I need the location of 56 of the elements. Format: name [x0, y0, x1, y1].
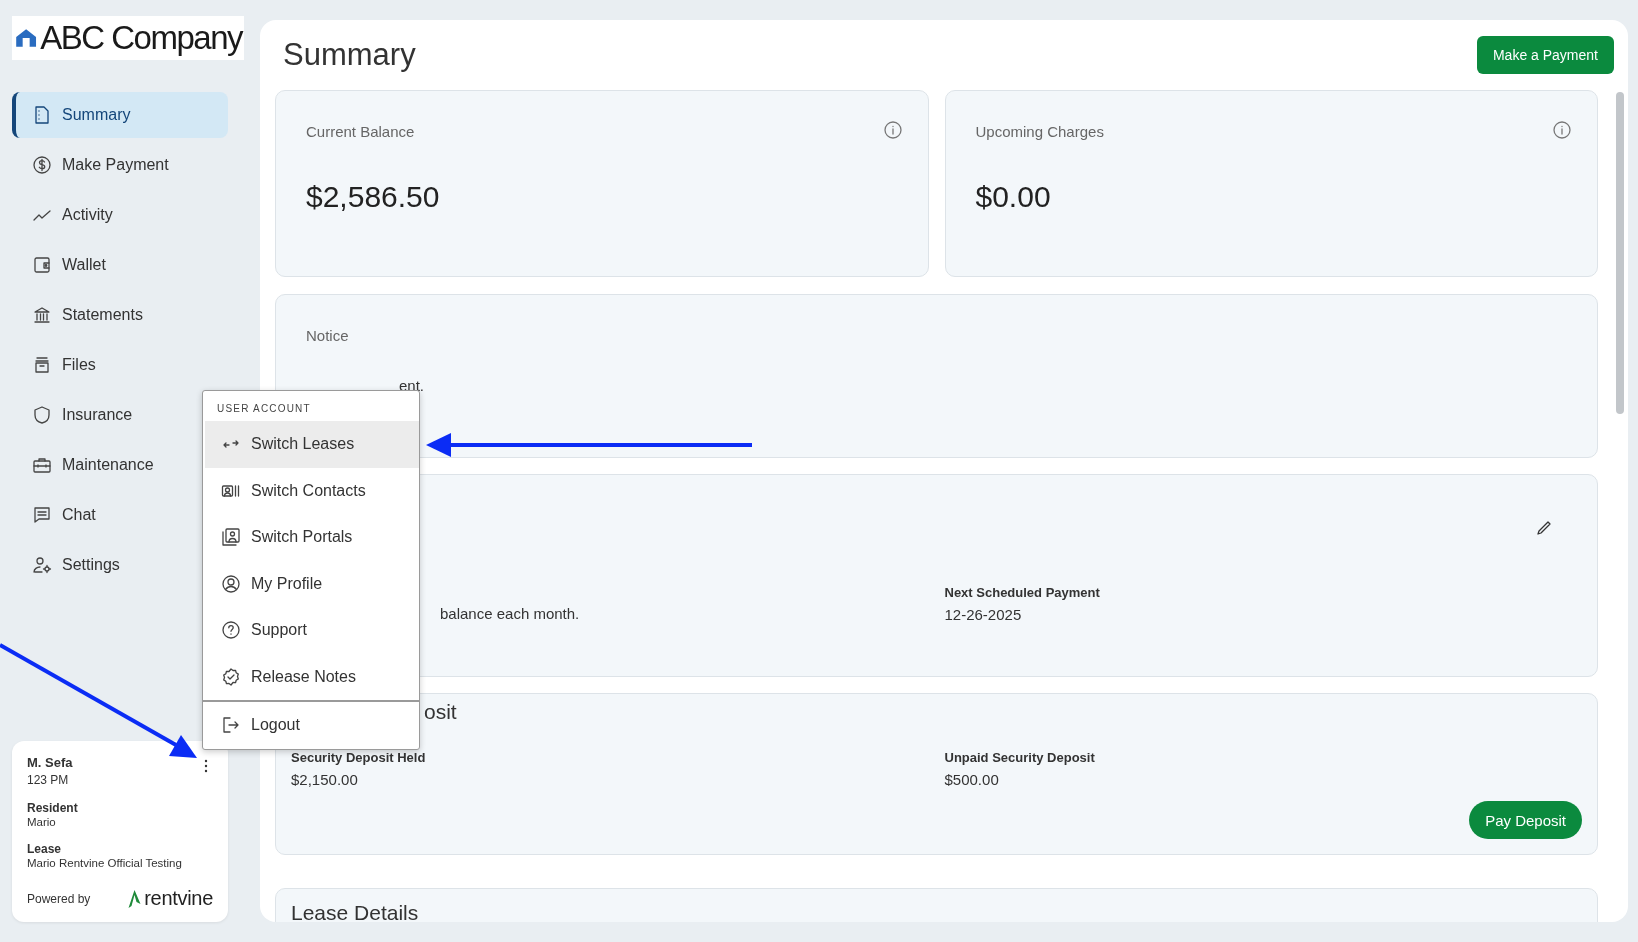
make-payment-button[interactable]: Make a Payment: [1476, 36, 1614, 74]
menu-item[interactable]: Support: [205, 607, 419, 654]
shield-icon: [32, 405, 52, 425]
pencil-icon[interactable]: [1535, 519, 1553, 537]
field-label: Lease: [27, 842, 63, 856]
page-title: Summary: [283, 37, 416, 73]
menu-item[interactable]: Logout: [205, 702, 419, 749]
nav-item[interactable]: Statements: [12, 292, 228, 338]
info-icon: [883, 121, 902, 139]
nav-item[interactable]: Activity: [12, 192, 228, 238]
field-label: Next Scheduled Payment: [944, 585, 1101, 600]
scrollbar[interactable]: [1616, 92, 1624, 414]
logout-icon: [221, 715, 241, 736]
bank-icon: [32, 305, 52, 325]
account-unit: 123 PM: [27, 773, 70, 787]
chat-icon: [32, 505, 52, 525]
brand-name: rentvine: [144, 887, 213, 910]
field-value: Mario Rentvine Official Testing: [27, 857, 183, 869]
pay-deposit-button[interactable]: Pay Deposit: [1469, 801, 1582, 839]
card-label: Upcoming Charges: [975, 123, 1104, 140]
document-icon: [32, 105, 52, 125]
nav-item[interactable]: Wallet: [12, 242, 228, 288]
section-title: osit: [423, 700, 458, 724]
nav-item[interactable]: Summary: [12, 92, 228, 138]
person-gear-icon: [32, 555, 52, 575]
logo-text: ABC Company: [40, 19, 242, 57]
menu-header: USER ACCOUNT: [216, 402, 312, 416]
field-value: 12-26-2025: [944, 606, 1023, 623]
more-vertical-icon[interactable]: [204, 759, 208, 773]
portrait-stack-icon: [221, 527, 241, 548]
amount: $0.00: [975, 180, 1052, 214]
field-label: Resident: [27, 801, 79, 815]
amount: $2,586.50: [306, 180, 441, 214]
field-value: $2,150.00: [291, 771, 359, 788]
question-icon: [221, 620, 241, 641]
info-icon: [1553, 121, 1571, 139]
card-label: Notice: [306, 327, 349, 344]
account-name: M. Sefa: [27, 755, 73, 770]
card-label: Current Balance: [306, 123, 415, 140]
field-label: Unpaid Security Deposit: [944, 750, 1096, 765]
powered-by-text: Powered by: [27, 891, 91, 906]
field-value: $500.00: [944, 771, 1000, 788]
user-circle-icon: [221, 573, 241, 594]
nav-item[interactable]: Files: [12, 342, 228, 388]
menu-item[interactable]: Release Notes: [205, 653, 419, 700]
wallet-icon: [32, 255, 52, 275]
badge-check-icon: [221, 666, 241, 687]
section-title: Lease Details: [291, 901, 420, 922]
menu-item[interactable]: Switch Leases: [205, 421, 419, 468]
nav-item[interactable]: Make Payment: [12, 142, 228, 188]
briefcase-icon: [32, 455, 52, 475]
description-text: balance each month.: [439, 605, 581, 623]
field-label: Security Deposit Held: [291, 750, 427, 765]
archive-icon: [32, 355, 52, 375]
dollar-icon: [32, 155, 52, 175]
field-value: Mario: [27, 816, 57, 828]
